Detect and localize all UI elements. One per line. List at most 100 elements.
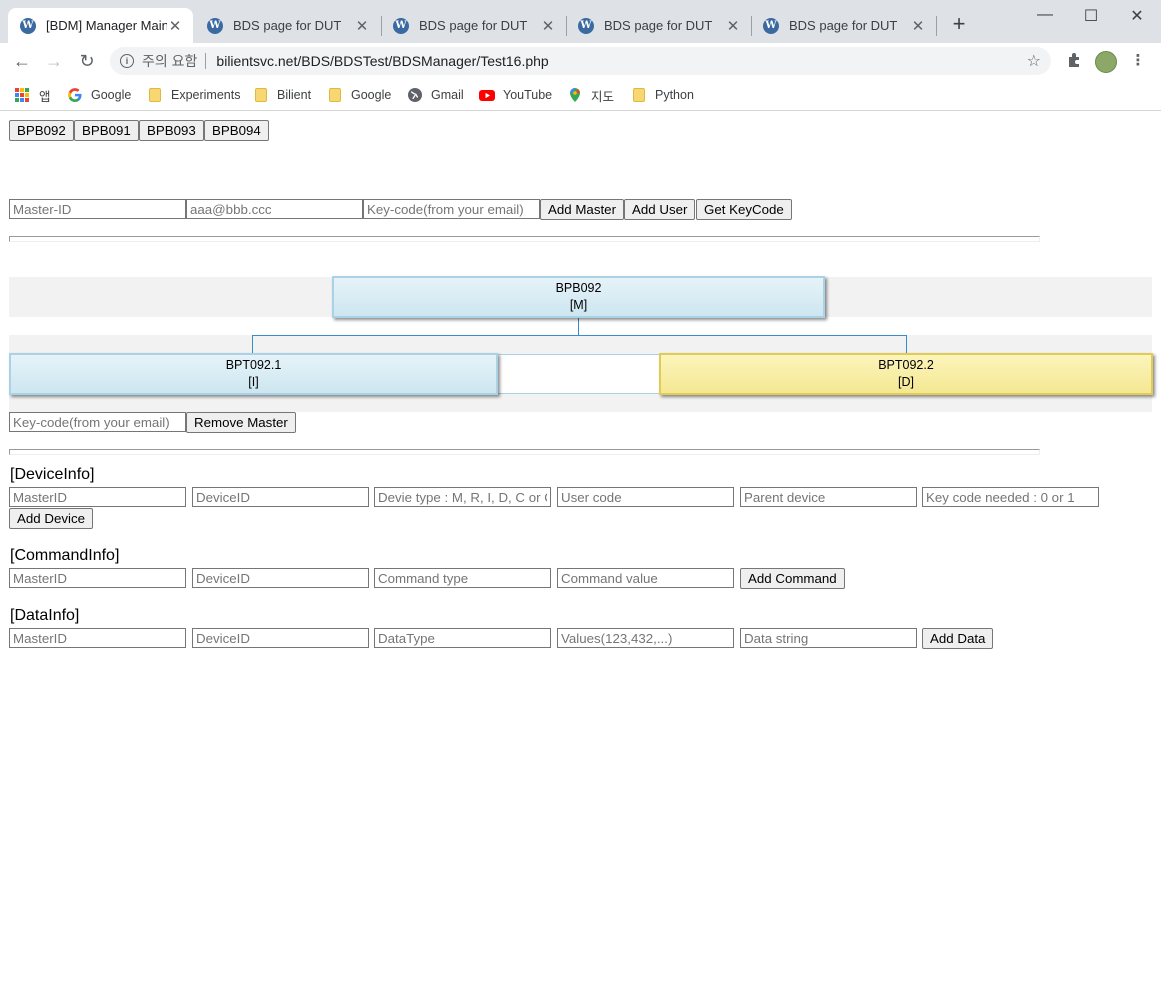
node-name: BPT092.2	[878, 358, 934, 372]
back-arrow-icon[interactable]: ←	[10, 49, 34, 73]
bookmark-google[interactable]: Google	[67, 85, 131, 105]
tab-title: BDS page for DUT	[419, 18, 528, 33]
device-master-id-input[interactable]	[9, 487, 186, 507]
browser-tab-strip: W [BDM] Manager Main ✕ W BDS page for DU…	[0, 0, 1161, 43]
maps-pin-icon	[570, 88, 580, 102]
add-data-button[interactable]: Add Data	[922, 628, 994, 649]
address-bar[interactable]: i 주의 요함 bilientsvc.net/BDS/BDSTest/BDSMa…	[110, 47, 1051, 75]
url-text: bilientsvc.net/BDS/BDSTest/BDSManager/Te…	[216, 53, 549, 69]
security-warning-label: 주의 요함	[142, 53, 198, 69]
device-type-input[interactable]	[374, 487, 551, 507]
device-button-bpb092[interactable]: BPB092	[9, 120, 74, 141]
user-code-input[interactable]	[557, 487, 734, 507]
master-id-input[interactable]	[9, 199, 186, 219]
wordpress-icon: W	[578, 17, 594, 34]
close-tab-icon[interactable]: ✕	[354, 17, 370, 35]
tab-bds-page-3[interactable]: W BDS page for DUT ✕	[566, 8, 751, 43]
apps-grid-icon	[15, 88, 29, 102]
tab-bds-page-1[interactable]: W BDS page for DUT ✕	[195, 8, 380, 43]
data-string-input[interactable]	[740, 628, 917, 648]
menu-kebab-icon[interactable]: ⋮	[1129, 52, 1147, 70]
node-name: BPT092.1	[225, 358, 282, 372]
data-values-input[interactable]	[557, 628, 734, 648]
command-type-input[interactable]	[374, 568, 551, 588]
close-tab-icon[interactable]: ✕	[725, 17, 741, 35]
bookmark-gmail[interactable]: Gmail	[407, 85, 464, 105]
bookmarks-bar: 앱 Google Experiments Bilient Google Gmai…	[0, 79, 1161, 111]
node-name: BPB092	[555, 281, 602, 295]
close-tab-icon[interactable]: ✕	[910, 17, 926, 35]
close-tab-icon[interactable]: ✕	[167, 17, 183, 35]
bookmark-experiments[interactable]: Experiments	[149, 85, 240, 105]
add-user-button[interactable]: Add User	[624, 199, 696, 220]
remove-keycode-input[interactable]	[9, 412, 186, 432]
info-icon[interactable]: i	[120, 54, 134, 68]
parent-device-input[interactable]	[740, 487, 917, 507]
bookmark-label: Google	[351, 88, 392, 102]
add-command-button[interactable]: Add Command	[740, 568, 845, 589]
omnibox-separator	[205, 53, 207, 69]
folder-icon	[255, 88, 267, 102]
tab-bds-page-2[interactable]: W BDS page for DUT ✕	[381, 8, 566, 43]
extensions-puzzle-icon[interactable]	[1065, 52, 1083, 70]
command-value-input[interactable]	[557, 568, 734, 588]
bookmark-python[interactable]: Python	[633, 85, 694, 105]
close-tab-icon[interactable]: ✕	[540, 17, 556, 35]
reload-icon[interactable]: ↻	[75, 49, 99, 73]
tab-bds-page-4[interactable]: W BDS page for DUT ✕	[751, 8, 936, 43]
device-id-input[interactable]	[192, 487, 369, 507]
device-button-bpb093[interactable]: BPB093	[139, 120, 204, 141]
add-device-button[interactable]: Add Device	[9, 508, 93, 529]
profile-avatar[interactable]	[1095, 51, 1117, 73]
tab-title: [BDM] Manager Main	[46, 18, 167, 33]
wordpress-icon: W	[207, 17, 223, 34]
tree-connector	[578, 318, 579, 335]
wordpress-icon: W	[763, 17, 779, 34]
tab-separator	[936, 16, 937, 36]
new-tab-button[interactable]: +	[948, 13, 970, 35]
tree-connector	[252, 335, 253, 354]
bookmark-label: 앱	[39, 89, 51, 104]
bookmark-bilient[interactable]: Bilient	[255, 85, 311, 105]
tree-connector	[906, 335, 907, 354]
data-type-input[interactable]	[374, 628, 551, 648]
bookmark-google-folder[interactable]: Google	[329, 85, 391, 105]
tree-node-child-1[interactable]: BPT092.1 [I]	[9, 353, 498, 395]
bookmark-apps[interactable]: 앱	[15, 85, 51, 105]
bookmark-youtube[interactable]: YouTube	[479, 85, 552, 105]
forward-arrow-icon[interactable]: →	[42, 49, 66, 73]
device-button-bpb094[interactable]: BPB094	[204, 120, 269, 141]
command-device-id-input[interactable]	[192, 568, 369, 588]
remove-master-button[interactable]: Remove Master	[186, 412, 296, 433]
wordpress-icon: W	[20, 17, 36, 34]
page-content: BPB092 BPB091 BPB093 BPB094 Add Master A…	[0, 112, 1161, 983]
bookmark-label: Experiments	[171, 88, 241, 102]
tree-connector	[252, 335, 907, 336]
email-input[interactable]	[186, 199, 363, 219]
bookmark-maps[interactable]: 지도	[567, 85, 614, 105]
tree-node-root[interactable]: BPB092 [M]	[332, 276, 825, 318]
bookmark-label: YouTube	[503, 88, 553, 102]
bookmark-label: 지도	[591, 89, 615, 104]
tab-bdm-manager-main[interactable]: W [BDM] Manager Main ✕	[8, 8, 193, 43]
node-type: [M]	[569, 298, 588, 312]
divider	[9, 236, 1040, 242]
keycode-input[interactable]	[363, 199, 540, 219]
bookmark-star-icon[interactable]: ☆	[1027, 51, 1041, 71]
command-master-id-input[interactable]	[9, 568, 186, 588]
device-button-bpb091[interactable]: BPB091	[74, 120, 139, 141]
bookmark-label: Bilient	[277, 88, 312, 102]
data-info-heading: [DataInfo]	[10, 607, 80, 624]
close-window-icon[interactable]: ✕	[1127, 6, 1147, 26]
data-master-id-input[interactable]	[9, 628, 186, 648]
key-code-needed-input[interactable]	[922, 487, 1099, 507]
youtube-icon	[479, 90, 495, 101]
minimize-icon[interactable]: —	[1035, 6, 1055, 24]
folder-icon	[633, 88, 645, 102]
add-master-button[interactable]: Add Master	[540, 199, 624, 220]
get-keycode-button[interactable]: Get KeyCode	[696, 199, 792, 220]
data-device-id-input[interactable]	[192, 628, 369, 648]
maximize-icon[interactable]: ☐	[1081, 6, 1101, 26]
tree-node-child-2[interactable]: BPT092.2 [D]	[659, 353, 1153, 395]
node-type: [I]	[248, 375, 259, 389]
